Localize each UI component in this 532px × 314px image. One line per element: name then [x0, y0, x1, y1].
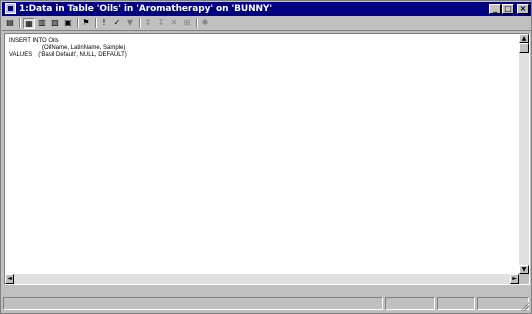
diagram-pane-icon[interactable]: ▧ [50, 18, 60, 28]
scroll-up-button[interactable]: ▲ [519, 34, 529, 43]
vertical-scroll-thumb[interactable] [519, 43, 529, 53]
resize-grip-icon[interactable] [519, 301, 529, 311]
close-button[interactable]: × [517, 4, 529, 14]
toolbar-separator [19, 18, 20, 28]
scroll-left-button[interactable]: ◄ [5, 274, 14, 284]
horizontal-scrollbar[interactable]: ◄ ► [5, 274, 519, 284]
scroll-down-icon: ▼ [521, 266, 527, 273]
sql-line: INSERT INTO Oils [9, 38, 59, 44]
sql-line: VALUES ('Basil Default', NULL, DEFAULT) [9, 52, 127, 59]
toolbar-separator [196, 18, 197, 28]
vertical-scrollbar[interactable]: ▲ ▼ [519, 34, 529, 274]
query-window: 1:Data in Table 'Oils' in 'Aromatherapy'… [0, 0, 532, 314]
sql-pane-icon[interactable]: ▤ [5, 18, 15, 28]
sql-values: ('Basil Default', NULL, DEFAULT) [38, 52, 127, 58]
status-pane [437, 297, 475, 310]
status-pane-main [3, 297, 383, 310]
results-pane-icon[interactable]: ▥ [37, 18, 47, 28]
sql-line: (OilName, LatinName, Sample) [42, 45, 126, 51]
sql-keyword: VALUES [9, 52, 33, 58]
properties-icon[interactable]: ✕ [169, 18, 179, 28]
grid-pane-icon[interactable]: ▦ [23, 18, 35, 29]
toolbar-separator [139, 18, 140, 28]
query-window-icon[interactable] [5, 3, 16, 14]
run-icon[interactable]: ⚑ [81, 18, 91, 28]
scroll-right-button[interactable]: ► [510, 274, 519, 284]
sql-text[interactable]: INSERT INTO Oils (OilName, LatinName, Sam… [9, 38, 127, 59]
scroll-right-icon: ► [512, 275, 517, 282]
minimize-icon: _ [493, 4, 497, 13]
verify-sql-icon[interactable]: ! [99, 18, 109, 28]
status-bar [3, 297, 530, 312]
title-bar[interactable]: 1:Data in Table 'Oils' in 'Aromatherapy'… [2, 2, 531, 16]
close-icon: × [519, 4, 527, 13]
new-record-icon[interactable]: ✱ [200, 18, 210, 28]
remove-filter-icon[interactable]: ✓ [112, 18, 122, 28]
toolbar-separator [77, 18, 78, 28]
scroll-left-icon: ◄ [7, 275, 12, 282]
minimize-button[interactable]: _ [489, 4, 501, 14]
window-title: 1:Data in Table 'Oils' in 'Aromatherapy'… [19, 4, 273, 14]
group-by-icon[interactable]: ⊞ [182, 18, 192, 28]
status-pane [385, 297, 435, 310]
scroll-down-button[interactable]: ▼ [519, 265, 529, 274]
sql-editor[interactable]: INSERT INTO Oils (OilName, LatinName, Sam… [4, 33, 530, 285]
query-toolbar: ▤ ▦ ▥ ▧ ▣ ⚑ ! ✓ ▼ ↕ ↧ ✕ ⊞ ✱ [2, 17, 531, 31]
sort-ascending-icon[interactable]: ▼ [125, 18, 135, 28]
toolbar-separator [95, 18, 96, 28]
scroll-up-icon: ▲ [521, 35, 527, 42]
maximize-button[interactable]: □ [502, 4, 514, 14]
change-query-type-icon[interactable]: ▣ [63, 18, 73, 28]
window-controls: _ □ × [489, 4, 529, 15]
maximize-icon: □ [504, 4, 512, 13]
new-row-icon[interactable]: ↧ [156, 18, 166, 28]
sort-descending-icon[interactable]: ↕ [143, 18, 153, 28]
scrollbar-corner [519, 274, 529, 284]
